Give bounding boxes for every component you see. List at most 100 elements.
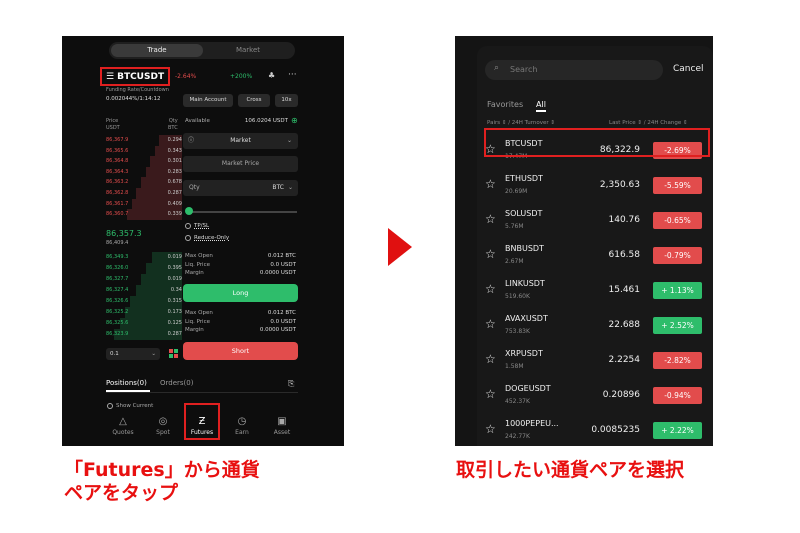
chevron-down-icon: ⌄ [286,137,292,144]
nav-spot[interactable]: ◎ Spot [145,415,181,436]
pair-row[interactable]: ☆ BNBUSDT 2.67M 616.58 -0.79% [477,238,713,273]
tab-market[interactable]: Market [203,44,293,57]
qty-label: Qty [189,184,200,191]
bid-row[interactable]: 86,327.7 0.019 [106,274,182,285]
pair-price: 15.461 [608,285,641,295]
ask-row[interactable]: 86,362.8 0.287 [106,188,182,199]
search-input[interactable]: ⌕ Search [485,60,663,80]
bid-row[interactable]: 86,349.3 0.019 [106,252,182,263]
ask-row[interactable]: 86,363.2 0.678 [106,177,182,188]
bid-price: 86,323.9 [106,331,129,337]
futures-highlight [184,403,220,440]
bid-qty: 0.395 [167,265,182,271]
bid-row[interactable]: 86,325.6 0.125 [106,318,182,329]
bid-qty: 0.019 [167,254,182,260]
account-button[interactable]: Main Account [183,94,233,107]
pair-row[interactable]: ☆ LINKUSDT 519.60K 15.461 + 1.13% [477,273,713,308]
btcusdt-highlight [484,128,710,157]
ask-row[interactable]: 86,367.9 0.294 [106,135,182,146]
reduce-only-checkbox[interactable] [185,235,191,241]
ask-qty: 0.343 [167,147,182,154]
pair-symbol: BNBUSDT [505,244,544,253]
mark-price: 86,409.4 [106,240,129,246]
transfer-icon[interactable]: ⊕ [291,116,298,125]
leverage-button[interactable]: 10x [275,94,298,107]
rate-badge[interactable]: +200% [230,73,252,80]
star-icon[interactable]: ☆ [485,352,496,366]
col-price-header[interactable]: Last Price ⇕ / 24H Change ⇕ [609,120,688,126]
nav-label: Asset [273,429,291,436]
change-badge: -0.94% [653,387,702,404]
long-button[interactable]: Long [183,284,298,302]
bid-qty: 0.315 [167,298,182,304]
star-icon[interactable]: ☆ [485,247,496,261]
ask-row[interactable]: 86,364.8 0.301 [106,156,182,167]
earn-icon: ◷ [237,416,247,427]
info-label: Margin [185,270,204,276]
qty-input[interactable]: Qty BTC ⌄ [183,180,298,196]
cancel-button[interactable]: Cancel [673,64,704,74]
bid-row[interactable]: 86,327.4 0.34 [106,285,182,296]
slider-handle[interactable] [185,207,193,215]
ask-price: 86,362.8 [106,190,129,196]
col-pairs-header[interactable]: Pairs ⇕ / 24H Turnover ⇕ [487,120,555,126]
market-price-field: Market Price [183,156,298,172]
pair-row[interactable]: ☆ 1000PEPEU... 242.77K 0.0085235 + 2.22% [477,413,713,446]
pair-row[interactable]: ☆ DOGEUSDT 452.37K 0.20896 -0.94% [477,378,713,413]
available-value: 106.0204 USDT [244,118,288,124]
quotes-icon: △ [119,416,127,427]
ask-row[interactable]: 86,364.3 0.283 [106,166,182,178]
tab-trade[interactable]: Trade [111,44,203,57]
pair-price: 22.688 [608,320,641,330]
ask-row[interactable]: 86,365.6 0.343 [106,145,182,157]
star-icon[interactable]: ☆ [485,282,496,296]
history-icon[interactable]: ⎘ [288,379,294,389]
pair-row[interactable]: ☆ AVAXUSDT 753.83K 22.688 + 2.52% [477,308,713,343]
bid-price: 86,325.6 [106,320,129,326]
bid-qty: 0.173 [167,309,182,315]
pair-row[interactable]: ☆ ETHUSDT 20.69M 2,350.63 -5.59% [477,168,713,203]
bid-row[interactable]: 86,326.6 0.315 [106,296,182,307]
tab-all[interactable]: All [536,100,546,109]
bid-row[interactable]: 86,326.0 0.395 [106,263,182,274]
more-icon[interactable]: ··· [288,70,297,80]
nav-quotes[interactable]: △ Quotes [105,415,141,436]
change-badge: + 2.52% [653,317,702,334]
short-button[interactable]: Short [183,342,298,360]
nav-earn[interactable]: ◷ Earn [224,415,260,436]
order-type-select[interactable]: ⓘ Market ⌄ [183,133,298,149]
pair-selector[interactable]: ☰ BTCUSDT [100,67,171,86]
tpsl-checkbox[interactable] [185,223,191,229]
star-icon[interactable]: ☆ [485,212,496,226]
nav-asset[interactable]: ▣ Asset [264,415,300,436]
margin-mode-button[interactable]: Cross [238,94,270,107]
chart-icon[interactable]: ♣ [268,71,275,80]
star-icon[interactable]: ☆ [485,177,496,191]
tab-favorites[interactable]: Favorites [487,100,523,109]
pair-row[interactable]: ☆ SOLUSDT 5.76M 140.76 -0.65% [477,203,713,238]
star-icon[interactable]: ☆ [485,317,496,331]
bid-row[interactable]: 86,323.9 0.287 [106,329,182,340]
depth-select[interactable]: 0.1 ⌄ [106,348,160,360]
show-current-checkbox[interactable] [107,403,113,409]
pair-price: 2.2254 [608,355,641,365]
star-icon[interactable]: ☆ [485,422,496,436]
ask-price: 86,367.9 [106,137,129,143]
star-icon[interactable]: ☆ [485,387,496,401]
ask-row[interactable]: 86,361.7 0.409 [106,198,182,210]
tab-positions[interactable]: Positions(0) [106,379,147,387]
change-badge: -0.79% [653,247,702,264]
caption-right: 取引したい通貨ペアを選択 [456,459,685,481]
tab-orders[interactable]: Orders(0) [160,379,193,387]
bid-price: 86,349.3 [106,254,129,260]
pair-turnover: 2.67M [505,258,524,265]
next-step-arrow [388,228,412,266]
qty-slider[interactable] [187,211,297,213]
search-placeholder: Search [510,65,538,74]
nav-label: Spot [156,429,170,436]
chevron-down-icon: ⌄ [287,184,293,191]
orderbook-layout-icon[interactable] [168,348,180,360]
pair-row[interactable]: ☆ XRPUSDT 1.58M 2.2254 -2.82% [477,343,713,378]
ask-row[interactable]: 86,360.7 0.339 [106,209,182,220]
bid-row[interactable]: 86,325.2 0.173 [106,307,182,318]
